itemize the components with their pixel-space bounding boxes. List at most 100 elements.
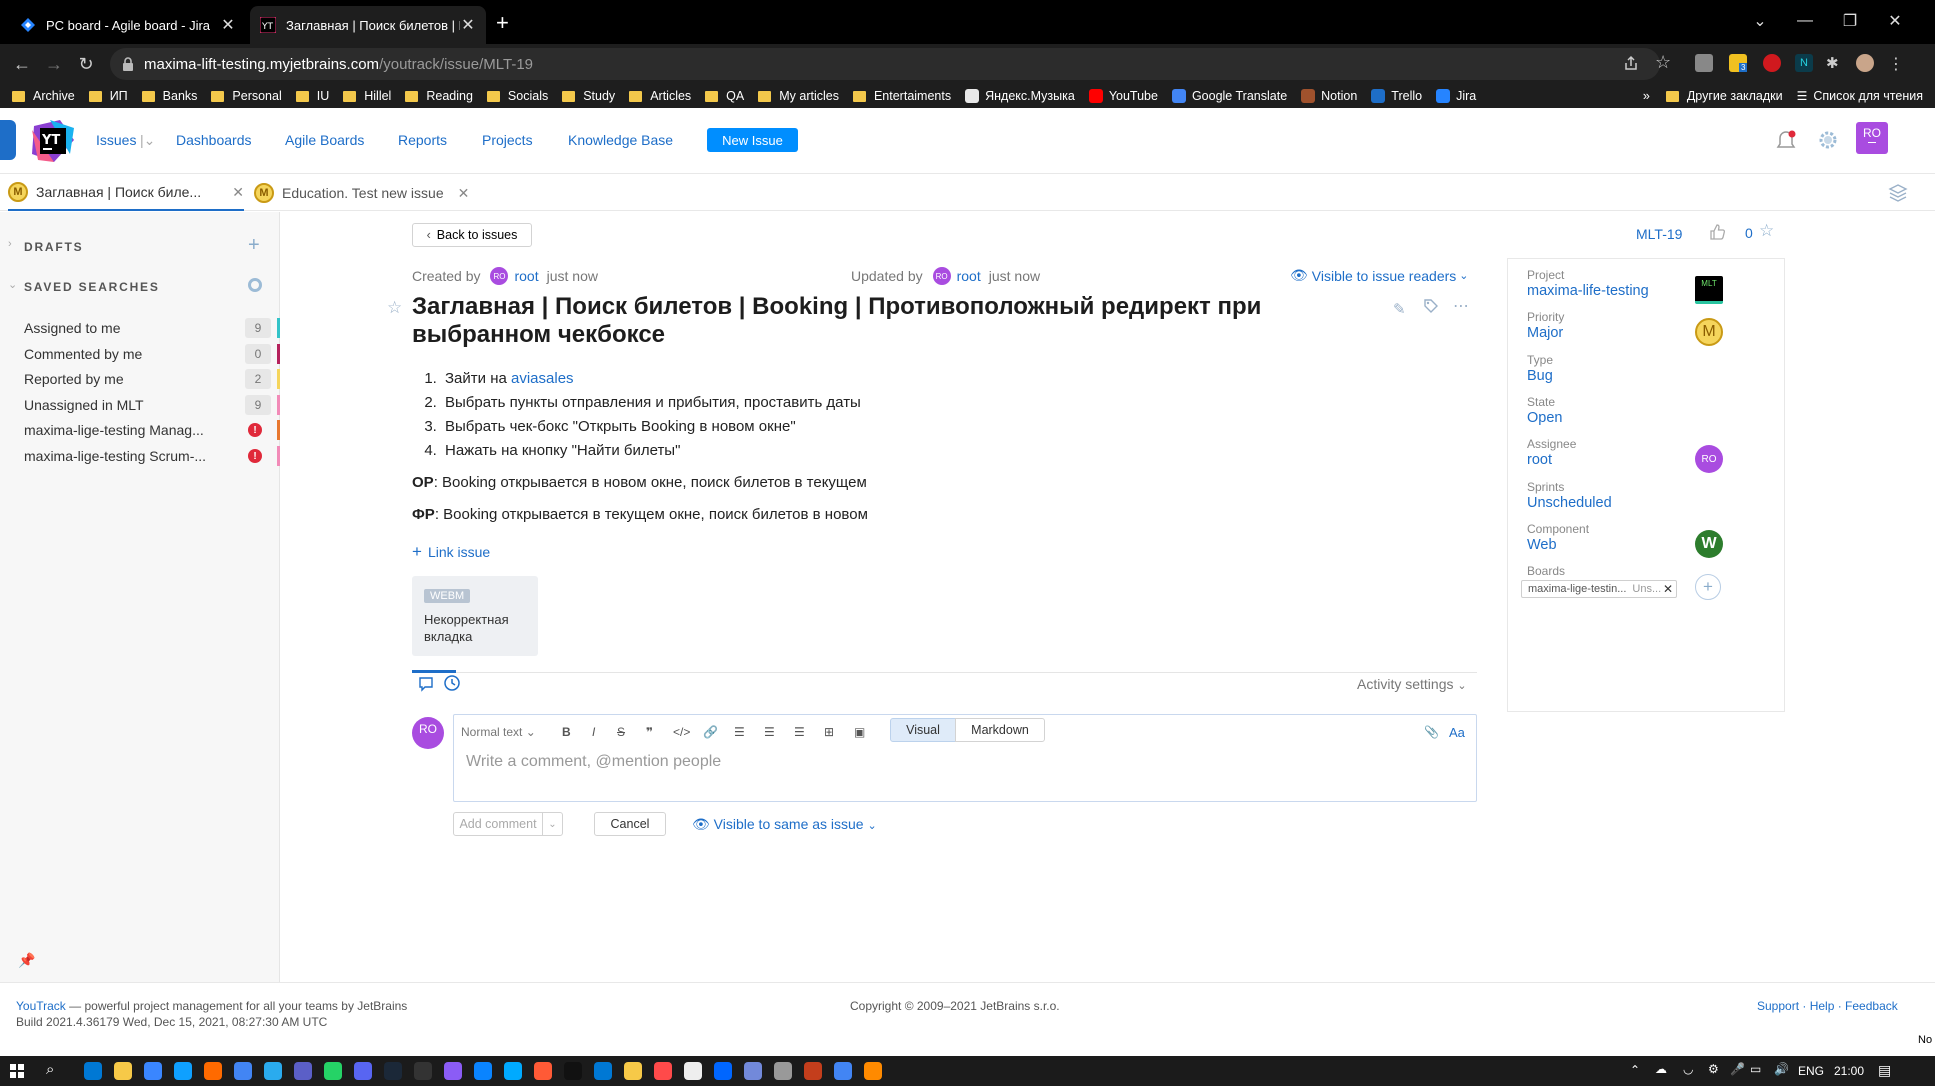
tray-network-icon[interactable]: ☁ — [1655, 1062, 1667, 1076]
field-value[interactable]: Major — [1527, 325, 1563, 341]
taskbar-app-icon[interactable] — [504, 1062, 522, 1080]
comments-tab-icon[interactable] — [418, 676, 434, 692]
saved-search-item[interactable]: Unassigned in MLT 9 — [24, 391, 280, 419]
nav-dashboards[interactable]: Dashboards — [176, 132, 252, 148]
taskbar-app-icon[interactable] — [774, 1062, 792, 1080]
table-icon[interactable]: ⊞ — [824, 725, 834, 739]
attachment-card[interactable]: WEBM Некорректная вкладка — [412, 576, 538, 656]
bookmark-item[interactable]: IU — [295, 89, 329, 103]
attachment-paperclip-icon[interactable]: 📎 — [1424, 725, 1439, 739]
saved-search-item[interactable]: Reported by me 2 — [24, 365, 280, 393]
minimize-button[interactable]: — — [1785, 8, 1825, 34]
updated-user[interactable]: root — [957, 268, 981, 284]
checklist-icon[interactable]: ☰ — [794, 725, 805, 739]
tag-icon[interactable] — [1423, 298, 1439, 314]
taskbar-app-icon[interactable] — [204, 1062, 222, 1080]
bookmark-item[interactable]: Articles — [629, 89, 691, 103]
created-user[interactable]: root — [514, 268, 538, 284]
link-issue-button[interactable]: + Link issue — [412, 542, 490, 562]
taskbar-app-icon[interactable] — [414, 1062, 432, 1080]
browser-tab-youtrack[interactable]: YT Заглавная | Поиск билетов | Boo ✕ — [250, 6, 486, 44]
comment-visibility-dropdown[interactable]: 👁 Visible to same as issue ⌄ — [692, 816, 877, 833]
field-value[interactable]: maxima-life-testing — [1527, 283, 1649, 299]
reading-list[interactable]: ☰ Список для чтения — [1797, 89, 1923, 103]
add-comment-dropdown-icon[interactable]: ⌄ — [542, 812, 563, 836]
tray-volume-icon[interactable]: 🔊 — [1774, 1062, 1789, 1076]
tab-close-icon[interactable]: ✕ — [460, 17, 476, 34]
bookmark-item[interactable]: Archive — [12, 89, 75, 103]
youtrack-logo[interactable]: YT — [30, 120, 74, 162]
tab-close-icon[interactable]: ✕ — [232, 184, 244, 201]
chevron-down-icon[interactable]: ⌄ — [8, 278, 17, 291]
user-avatar[interactable]: RO — [1856, 122, 1888, 154]
taskbar-app-icon[interactable] — [714, 1062, 732, 1080]
bold-icon[interactable]: B — [562, 725, 571, 739]
bookmarks-overflow-button[interactable]: » — [1643, 89, 1650, 103]
tray-wifi-icon[interactable]: ◡ — [1683, 1062, 1693, 1076]
bookmark-item[interactable]: Яндекс.Музыка — [965, 89, 1075, 103]
tab-close-icon[interactable]: ✕ — [458, 185, 470, 202]
saved-searches-heading[interactable]: SAVED SEARCHES — [24, 280, 160, 294]
bookmark-item[interactable]: YouTube — [1088, 89, 1158, 103]
link-icon[interactable]: 🔗 — [703, 725, 718, 739]
taskbar-app-icon[interactable] — [234, 1062, 252, 1080]
taskbar-app-icon[interactable] — [744, 1062, 762, 1080]
footer-links[interactable]: Support · Help · Feedback — [1757, 999, 1898, 1013]
issues-dropdown-chevron-icon[interactable]: |⌄ — [140, 132, 155, 149]
tab-close-icon[interactable]: ✕ — [220, 17, 236, 34]
bookmark-item[interactable]: Hillel — [343, 89, 391, 103]
add-draft-plus-icon[interactable]: + — [248, 234, 260, 257]
bookmark-item[interactable]: My articles — [758, 89, 839, 103]
restore-button[interactable]: ❐ — [1830, 8, 1870, 34]
pin-icon[interactable]: 📌 — [18, 952, 35, 969]
taskbar-app-icon[interactable] — [654, 1062, 672, 1080]
image-icon[interactable]: ▣ — [854, 725, 865, 739]
nav-knowledge-base[interactable]: Knowledge Base — [568, 132, 673, 148]
bookmark-item[interactable]: Trello — [1371, 89, 1422, 103]
chevron-right-icon[interactable]: › — [8, 238, 12, 250]
issue-tab-active[interactable]: M Заглавная | Поиск биле... ✕ — [8, 175, 244, 211]
comment-input[interactable]: Write a comment, @mention people — [466, 753, 721, 771]
language-indicator[interactable]: ENG — [1798, 1064, 1824, 1078]
field-value[interactable]: Open — [1527, 410, 1562, 426]
extension-icon[interactable] — [1763, 54, 1781, 72]
bookmark-item[interactable]: Personal — [211, 89, 282, 103]
tray-app-icon[interactable]: ⚙ — [1708, 1062, 1719, 1076]
profile-avatar[interactable] — [1856, 54, 1874, 72]
bookmark-item[interactable]: Jira — [1436, 89, 1476, 103]
activity-settings-dropdown[interactable]: Activity settings ⌄ — [1357, 676, 1467, 692]
taskbar-app-icon[interactable] — [564, 1062, 582, 1080]
field-value[interactable]: Bug — [1527, 368, 1553, 384]
nav-reports[interactable]: Reports — [398, 132, 447, 148]
field-value[interactable]: root — [1527, 452, 1552, 468]
notifications-icon[interactable]: ▤ — [1878, 1062, 1891, 1079]
windows-start-icon[interactable] — [10, 1064, 24, 1078]
youtrack-link[interactable]: YouTrack — [16, 999, 66, 1013]
extension-icon[interactable]: N — [1795, 54, 1813, 72]
bookmark-item[interactable]: Google Translate — [1171, 89, 1287, 103]
tab-search-icon[interactable]: ⌄ — [1740, 8, 1780, 34]
more-options-icon[interactable]: ⋯ — [1453, 296, 1469, 316]
settings-gear-icon[interactable] — [1818, 130, 1838, 150]
clock[interactable]: 21:00 — [1834, 1064, 1864, 1078]
tray-battery-icon[interactable]: ▭ — [1750, 1062, 1761, 1076]
saved-search-item[interactable]: maxima-lige-testing Manag...! — [24, 416, 280, 444]
bookmark-item[interactable]: Study — [562, 89, 615, 103]
tray-mic-icon[interactable]: 🎤 — [1730, 1062, 1745, 1076]
saved-search-item[interactable]: maxima-lige-testing Scrum-...! — [24, 442, 280, 470]
tray-chevron-icon[interactable]: ⌃ — [1630, 1063, 1640, 1077]
extension-icon[interactable] — [1695, 54, 1713, 72]
saved-search-item[interactable]: Commented by me 0 — [24, 340, 280, 368]
taskbar-app-icon[interactable] — [684, 1062, 702, 1080]
extensions-puzzle-icon[interactable]: ✱ — [1826, 54, 1844, 72]
search-icon[interactable]: ⌕ — [46, 1061, 54, 1078]
taskbar-app-icon[interactable] — [594, 1062, 612, 1080]
bookmark-item[interactable]: Notion — [1301, 89, 1357, 103]
back-to-issues-button[interactable]: ‹ Back to issues — [412, 223, 532, 247]
extension-icon[interactable]: 3 — [1729, 54, 1748, 72]
close-window-button[interactable]: ✕ — [1875, 8, 1915, 34]
quote-icon[interactable]: ❞ — [646, 725, 653, 739]
taskbar-app-icon[interactable] — [324, 1062, 342, 1080]
notifications-bell-icon[interactable] — [1776, 130, 1796, 152]
comment-editor[interactable]: Normal text ⌄ B I S ❞ </> 🔗 ☰ ☰ ☰ ⊞ ▣ Vi… — [453, 714, 1477, 802]
